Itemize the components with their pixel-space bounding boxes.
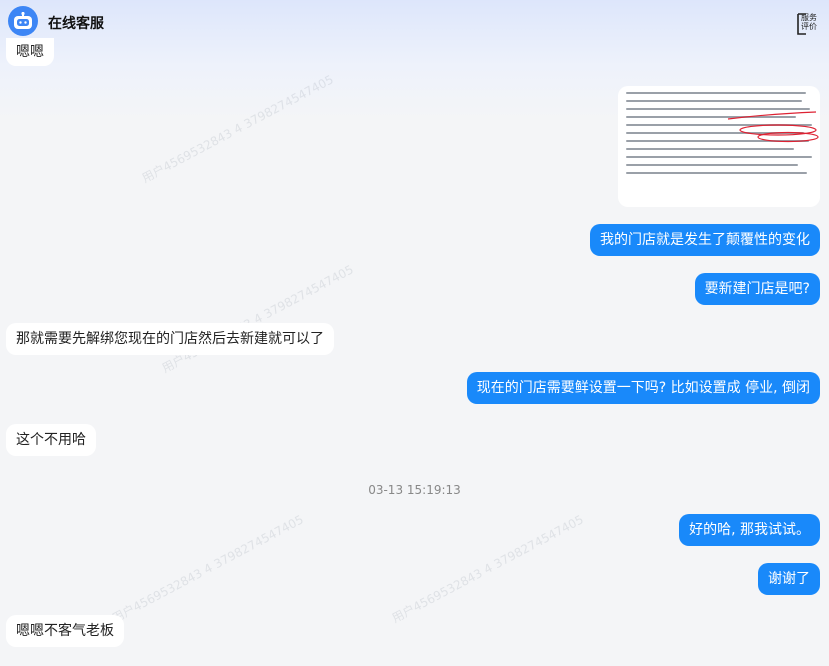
image-message[interactable]: [618, 86, 820, 207]
annotation-marks: [727, 111, 819, 143]
watermark: 用户4569532843 4 3798274547405: [159, 262, 356, 376]
message-incoming: 嗯嗯: [6, 38, 54, 66]
watermark: 用户4569532843 4 3798274547405: [389, 512, 586, 626]
message-outgoing: 我的门店就是发生了颠覆性的变化: [590, 224, 820, 256]
message-outgoing: 谢谢了: [758, 563, 820, 595]
message-outgoing: 要新建门店是吧?: [694, 273, 820, 305]
chat-header: 在线客服 服务 评价: [0, 0, 829, 44]
message-outgoing: 现在的门店需要鲜设置一下吗? 比如设置成 停业, 倒闭: [466, 372, 820, 404]
message-incoming: 那就需要先解绑您现在的门店然后去新建就可以了: [6, 323, 334, 355]
message-outgoing: 好的哈, 那我试试。: [679, 514, 820, 546]
message-incoming: 这个不用哈: [6, 424, 96, 456]
service-evaluation-button[interactable]: 服务 评价: [796, 12, 820, 35]
message-incoming: 嗯嗯不客气老板: [6, 615, 124, 647]
message-timestamp: 03-13 15:19:13: [368, 483, 461, 497]
page-title: 在线客服: [48, 16, 104, 32]
watermark: 用户4569532843 4 3798274547405: [109, 512, 306, 626]
service-evaluation-label: 服务 评价: [801, 13, 817, 31]
robot-icon: [8, 6, 38, 36]
